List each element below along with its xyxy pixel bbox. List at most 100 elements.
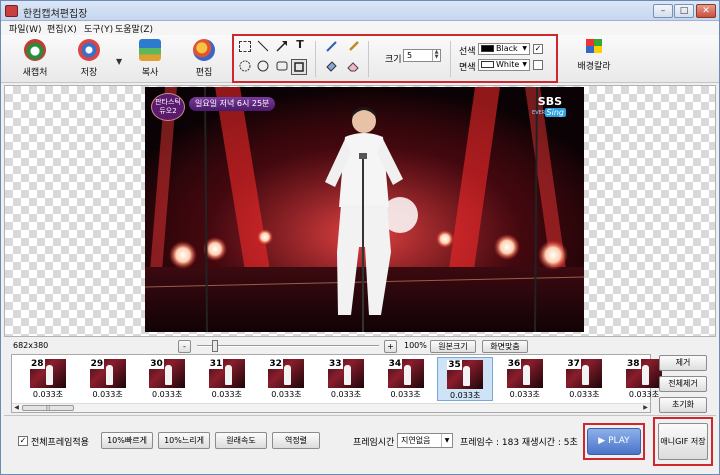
frame-thumbnail[interactable]: 30 0.033초: [139, 357, 195, 401]
frame-number: 33: [328, 359, 343, 369]
broadcast-caption: 일요일 저녁 6시 25분: [189, 97, 276, 111]
frame-number: 32: [268, 359, 283, 369]
frame-preview: 32: [268, 359, 305, 388]
frame-duration: 0.033초: [390, 390, 421, 399]
reverse-order-button[interactable]: 역정렬: [272, 432, 320, 449]
frame-time-label: 프레임시간: [353, 438, 395, 448]
chevron-down-icon: ▼: [441, 434, 452, 447]
frame-thumbnail[interactable]: 37 0.033초: [556, 357, 612, 401]
frame-duration: 0.033초: [32, 390, 64, 399]
show-logo-line2: 듀오2: [159, 107, 177, 115]
menu-file[interactable]: 파일(W): [9, 22, 41, 35]
frame-number: 29: [89, 359, 105, 369]
save-animated-gif-button[interactable]: 애니GIF 저장: [658, 423, 708, 460]
title-bar: 한컴캡쳐편집장 – □ ✕: [1, 1, 719, 21]
scroll-left-icon[interactable]: ◀: [12, 404, 21, 412]
zoom-bar: 682x380 - + 100% 원본크기 화면맞춤: [1, 338, 719, 354]
frame-strip: 28 0.033초 29 0.033초 30 0.033초 31 0.033초 32 0.033초…: [11, 354, 662, 413]
menu-tools[interactable]: 도구(Y): [84, 22, 113, 35]
frame-preview: 37: [566, 359, 603, 388]
reset-button[interactable]: 초기화: [659, 397, 707, 413]
menu-edit[interactable]: 편집(X): [47, 22, 77, 35]
new-capture-label: 새캡처: [22, 68, 48, 78]
frame-duration: 0.033초: [569, 390, 600, 399]
new-capture-button[interactable]: 새캡처: [13, 39, 57, 79]
drawing-tools-highlight: [232, 34, 558, 83]
app-window: 한컴캡쳐편집장 – □ ✕ 파일(W) 편집(X) 도구(Y) 도움말(Z) 새…: [0, 0, 720, 475]
fit-screen-button[interactable]: 화면맞춤: [482, 340, 528, 353]
original-speed-button[interactable]: 원래속도: [215, 432, 267, 449]
apply-all-frames-checkbox[interactable]: ✓: [18, 436, 28, 446]
save-icon: [78, 39, 100, 61]
remove-frame-button[interactable]: 제거: [659, 355, 707, 371]
frame-figure: [403, 365, 411, 385]
apply-all-frames-label: 전체프레임적용: [31, 438, 89, 448]
edit-button[interactable]: 편집: [182, 39, 226, 79]
camera-icon: [24, 39, 46, 61]
frame-number: 35: [447, 360, 462, 370]
frame-time-select[interactable]: 지연없음 ▼: [397, 433, 453, 448]
frame-time-value: 지연없음: [401, 436, 431, 445]
original-size-button[interactable]: 원본크기: [430, 340, 476, 353]
zoom-in-button[interactable]: +: [384, 340, 397, 353]
frame-figure: [46, 365, 53, 385]
show-logo-line1: 판타스틱: [155, 98, 181, 106]
zoom-slider[interactable]: [197, 345, 379, 347]
frame-thumbnail[interactable]: 32 0.033초: [258, 357, 314, 401]
save-dropdown-arrow[interactable]: ▼: [116, 57, 122, 66]
frame-number: 36: [506, 359, 522, 369]
frame-figure: [582, 365, 590, 385]
frame-preview: 30: [149, 359, 186, 388]
frame-thumbnail[interactable]: 36 0.033초: [497, 357, 553, 401]
frame-strip-scrollbar[interactable]: ◀ ||| ▶: [12, 403, 650, 412]
menu-help[interactable]: 도움말(Z): [115, 22, 153, 35]
zoom-slider-thumb[interactable]: [212, 340, 219, 352]
zoom-out-button[interactable]: -: [178, 340, 191, 353]
scroll-right-icon[interactable]: ▶: [641, 404, 650, 412]
save-button[interactable]: 저장: [67, 39, 111, 79]
frame-duration: 0.033초: [211, 390, 242, 399]
channel-logo: SBS: [537, 95, 562, 108]
play-button[interactable]: ▶ PLAY: [587, 428, 641, 455]
frame-thumbnail[interactable]: 33 0.033초: [318, 357, 374, 401]
copy-button[interactable]: 복사: [128, 39, 172, 79]
scrollbar-grip: |||: [45, 405, 51, 411]
frame-figure: [224, 365, 232, 385]
channel-tag: Sing: [544, 108, 566, 117]
background-color-button[interactable]: 배경칼라: [572, 39, 616, 79]
edit-label: 편집: [195, 68, 213, 78]
remove-all-frames-button[interactable]: 전체제거: [659, 376, 707, 392]
current-frame-image[interactable]: 판타스틱 듀오2 일요일 저녁 6시 25분 SBS EVERY Sing: [145, 87, 584, 332]
minimize-button[interactable]: –: [653, 4, 673, 18]
background-color-label: 배경칼라: [577, 62, 611, 72]
frame-thumbnail[interactable]: 28 0.033초: [20, 357, 76, 401]
scrollbar-thumb[interactable]: |||: [22, 405, 74, 411]
save-label: 저장: [80, 68, 98, 78]
frame-figure: [344, 365, 351, 385]
edit-icon: [193, 39, 215, 61]
faster-button[interactable]: 10%빠르게: [101, 432, 153, 449]
frame-preview: 38: [626, 359, 662, 388]
frame-thumbnail[interactable]: 35 0.033초: [437, 357, 494, 401]
frame-figure: [522, 365, 530, 385]
copy-label: 복사: [141, 68, 159, 78]
frame-thumbnail[interactable]: 29 0.033초: [80, 357, 136, 401]
frame-number: 28: [30, 359, 45, 369]
frame-figure: [105, 365, 113, 385]
app-icon: [5, 5, 18, 17]
frame-thumbnail[interactable]: 34 0.033초: [378, 357, 434, 401]
frame-preview: 35: [447, 360, 484, 389]
close-button[interactable]: ✕: [696, 4, 716, 18]
color-grid-icon: [586, 39, 602, 53]
frame-count-info: 프레임수 : 183 재생시간 : 5초: [460, 438, 578, 448]
maximize-button[interactable]: □: [674, 4, 694, 18]
frame-duration: 0.033초: [330, 390, 362, 399]
frame-duration: 0.033초: [271, 390, 302, 399]
slower-button[interactable]: 10%느리게: [158, 432, 210, 449]
frame-thumbnail[interactable]: 31 0.033초: [199, 357, 255, 401]
frame-preview: 28: [30, 359, 66, 388]
window-title: 한컴캡쳐편집장: [23, 9, 88, 20]
frame-preview: 31: [208, 359, 245, 388]
zoom-percent: 100%: [404, 341, 427, 350]
canvas-area[interactable]: 판타스틱 듀오2 일요일 저녁 6시 25분 SBS EVERY Sing: [4, 85, 716, 337]
